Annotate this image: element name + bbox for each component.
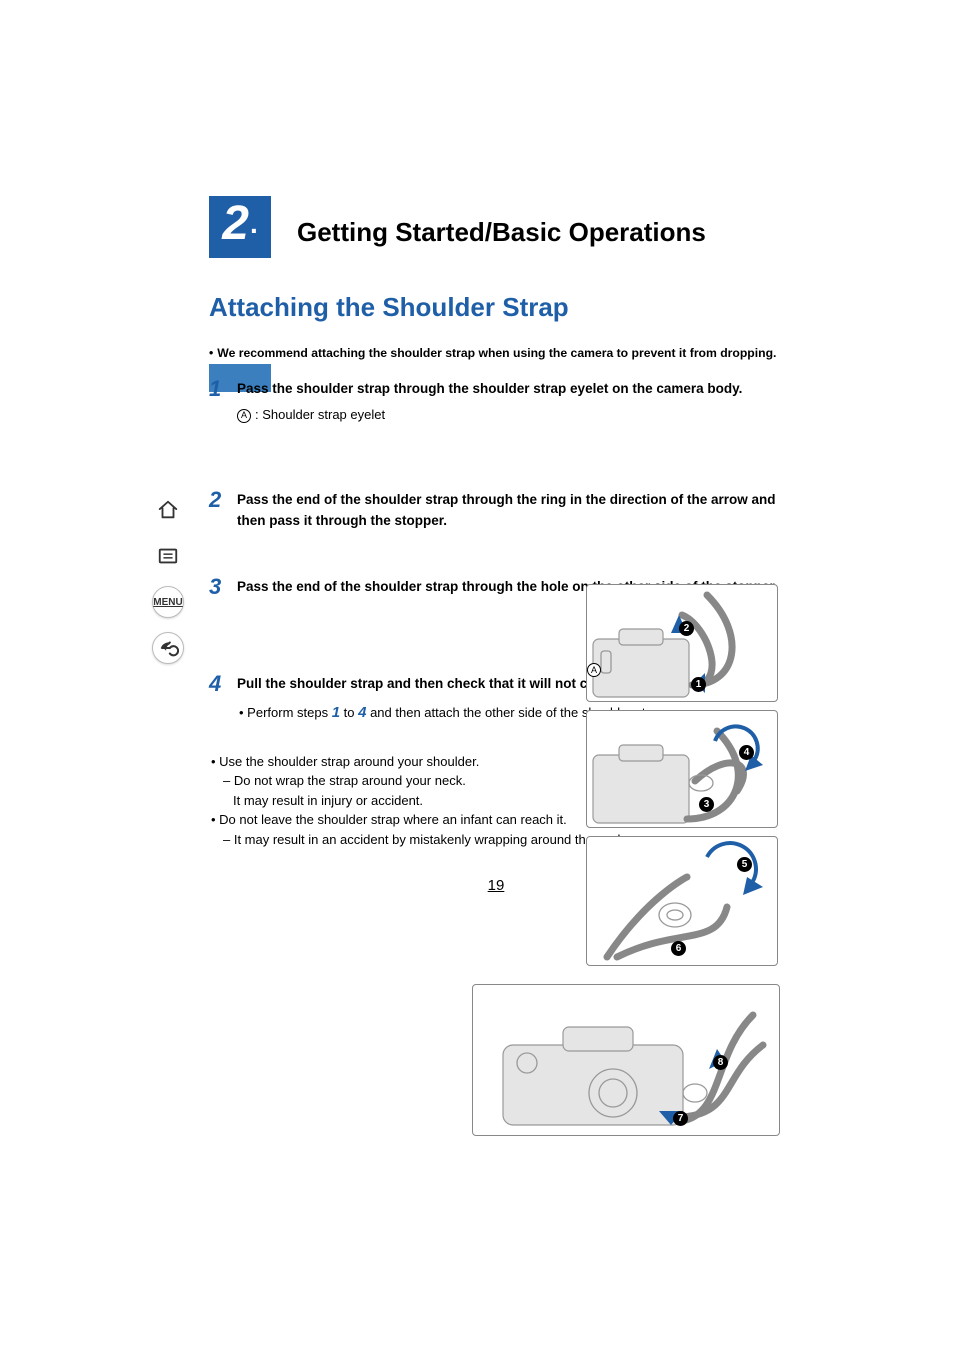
callout-5: 5 <box>737 857 752 872</box>
chapter-dot: . <box>250 210 258 238</box>
note-prefix: • Perform steps <box>239 705 332 720</box>
step-sublabel: A : Shoulder strap eyelet <box>237 405 783 425</box>
callout-2: 2 <box>679 621 694 636</box>
step-number: 2 <box>209 489 237 511</box>
step-number: 3 <box>209 576 237 598</box>
callout-4: 4 <box>739 745 754 760</box>
callout-1: 1 <box>691 677 706 692</box>
illustration-column: A 1 2 3 4 <box>586 584 778 966</box>
callout-6: 6 <box>671 941 686 956</box>
figure-3: 5 6 <box>586 836 778 966</box>
intro-text: We recommend attaching the shoulder stra… <box>217 345 776 363</box>
chapter-title: Getting Started/Basic Operations <box>297 217 706 258</box>
menu-button[interactable]: MENU <box>152 586 184 618</box>
figure-1: A 1 2 <box>586 584 778 702</box>
callout-letter-a: A <box>587 663 601 677</box>
step-heading: Pass the end of the shoulder strap throu… <box>237 490 783 531</box>
note-mid: to <box>340 705 358 720</box>
callout-3: 3 <box>699 797 714 812</box>
chapter-header: 2. Getting Started/Basic Operations <box>209 196 954 258</box>
contents-icon[interactable] <box>152 540 184 572</box>
back-button[interactable] <box>152 632 184 664</box>
sidebar: MENU <box>152 494 188 664</box>
callout-8: 8 <box>713 1055 728 1070</box>
label-text: : Shoulder strap eyelet <box>255 407 385 422</box>
chapter-number-badge: 2. <box>209 196 271 258</box>
figure-4: 7 8 <box>472 984 780 1136</box>
step-number: 4 <box>209 673 237 695</box>
note-ref-1: 1 <box>332 704 340 721</box>
section-title: Attaching the Shoulder Strap <box>209 292 783 323</box>
menu-label: MENU <box>153 597 182 608</box>
callout-7: 7 <box>673 1111 688 1126</box>
step-2: 2 Pass the end of the shoulder strap thr… <box>209 490 783 531</box>
chapter-number: 2 <box>222 200 249 248</box>
home-icon[interactable] <box>152 494 184 526</box>
label-letter-circle: A <box>237 409 251 423</box>
step-heading: Pass the shoulder strap through the shou… <box>237 379 783 399</box>
step-number: 1 <box>209 378 237 400</box>
step-1: 1 Pass the shoulder strap through the sh… <box>209 379 783 425</box>
figure-2: 3 4 <box>586 710 778 828</box>
bullet-icon: • <box>209 345 213 363</box>
intro-note: • We recommend attaching the shoulder st… <box>209 345 783 363</box>
